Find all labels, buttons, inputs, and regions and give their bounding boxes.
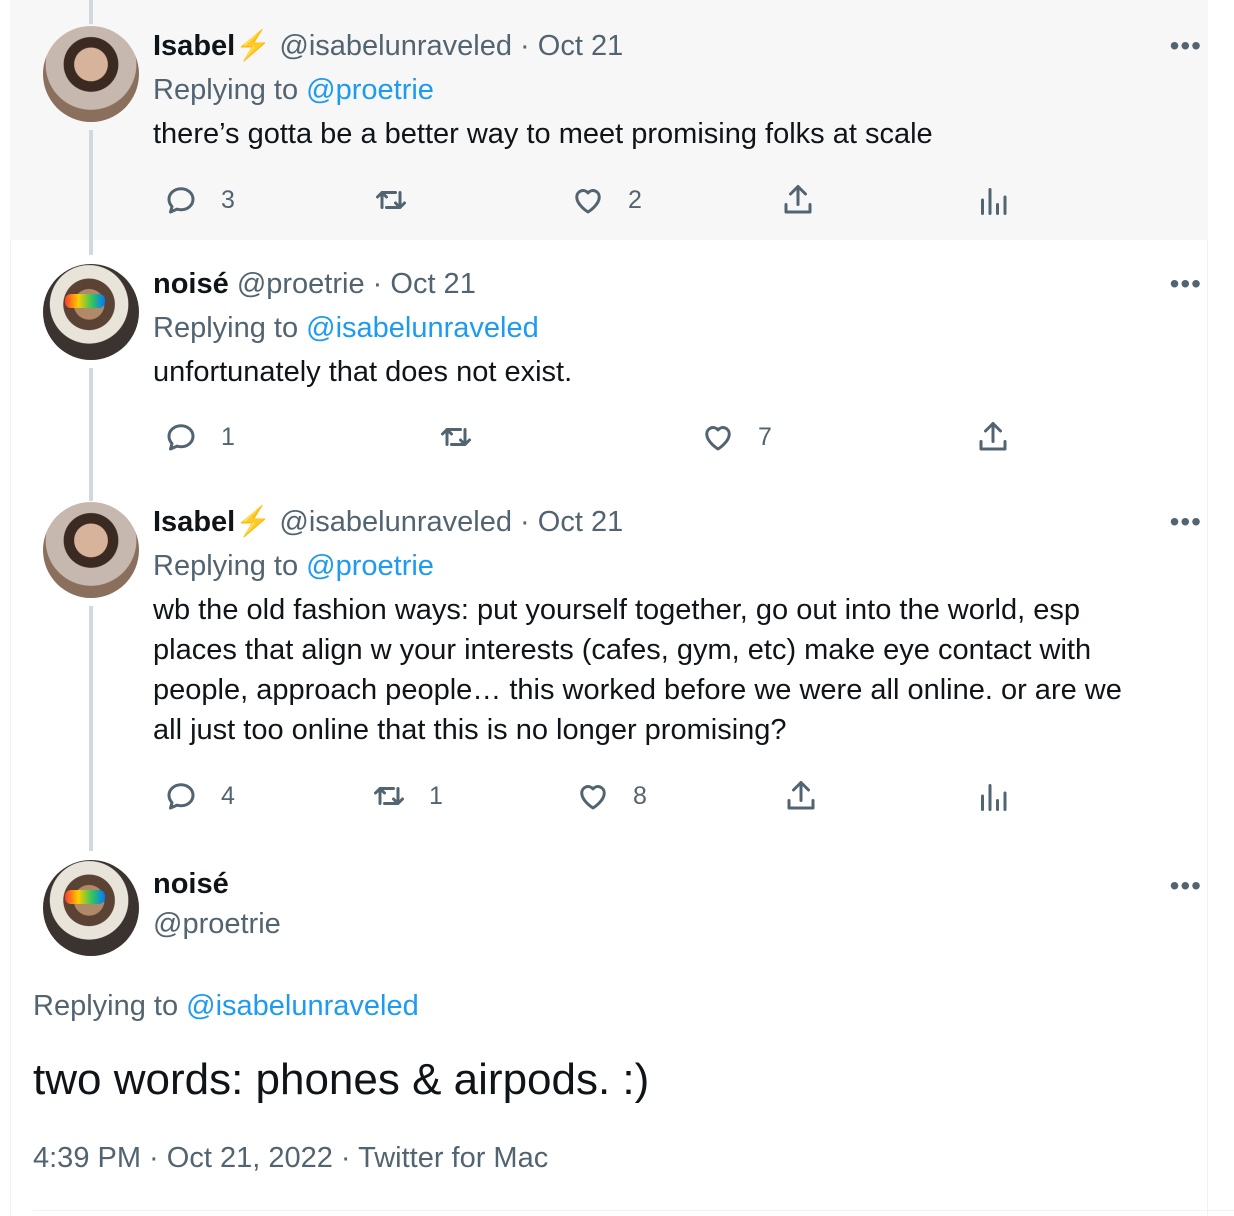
more-options-button[interactable]: ••• bbox=[1170, 268, 1202, 300]
sunglasses-icon bbox=[65, 890, 105, 904]
tweet-text-line: people, approach people… this worked bef… bbox=[153, 674, 1122, 706]
reply-icon bbox=[167, 424, 195, 451]
tweet-text: there’s gotta be a better way to meet pr… bbox=[153, 118, 933, 150]
reply-button[interactable]: 1 bbox=[163, 419, 235, 455]
analytics-icon bbox=[981, 784, 1007, 811]
replying-to-link[interactable]: @proetrie bbox=[306, 74, 434, 106]
analytics-button[interactable] bbox=[975, 778, 1011, 814]
retweet-button[interactable]: 1 bbox=[371, 778, 443, 814]
tweet-timestamp[interactable]: 4:39 PM · Oct 21, 2022 · Twitter for Mac bbox=[33, 1142, 548, 1175]
replying-to: Replying to @proetrie bbox=[153, 70, 434, 110]
reply-button[interactable]: 4 bbox=[163, 778, 235, 814]
share-icon bbox=[784, 185, 812, 214]
replying-label: Replying to bbox=[153, 312, 299, 344]
avatar-noise[interactable] bbox=[43, 860, 139, 956]
reply-button[interactable]: 3 bbox=[163, 182, 235, 218]
retweet-count: 1 bbox=[429, 781, 443, 810]
replying-label: Replying to bbox=[153, 550, 299, 582]
author-name[interactable]: noisé bbox=[153, 868, 229, 901]
tweet-text: unfortunately that does not exist. bbox=[153, 356, 573, 388]
replying-label: Replying to bbox=[33, 990, 179, 1022]
share-icon bbox=[979, 422, 1007, 451]
like-icon bbox=[580, 785, 606, 810]
tweet-text-line: all just too online that this is no long… bbox=[153, 714, 787, 746]
like-icon bbox=[575, 189, 601, 214]
sunglasses-icon bbox=[65, 294, 105, 308]
analytics-icon bbox=[981, 188, 1007, 215]
tweet-date[interactable]: Oct 21 bbox=[538, 506, 623, 538]
replying-label: Replying to bbox=[153, 74, 299, 106]
retweet-button[interactable] bbox=[373, 182, 431, 218]
tweet-3-header: Isabel⚡ @isabelunraveled · Oct 21 bbox=[153, 506, 624, 538]
retweet-icon bbox=[441, 428, 471, 446]
thread-line bbox=[89, 0, 93, 24]
thread-line bbox=[89, 130, 93, 255]
author-handle[interactable]: @isabelunraveled bbox=[279, 506, 512, 538]
tweet-1-header: Isabel⚡ @isabelunraveled · Oct 21 bbox=[153, 30, 624, 62]
author-name[interactable]: noisé bbox=[153, 268, 229, 300]
reply-count: 3 bbox=[221, 185, 235, 214]
more-options-button[interactable]: ••• bbox=[1170, 870, 1202, 902]
avatar-noise[interactable] bbox=[43, 264, 139, 360]
author-name[interactable]: Isabel bbox=[153, 30, 235, 62]
replying-to-link[interactable]: @isabelunraveled bbox=[186, 990, 419, 1022]
lightning-emoji-icon: ⚡ bbox=[235, 30, 272, 62]
tweet-date[interactable]: Oct 21 bbox=[390, 268, 475, 300]
author-handle[interactable]: @proetrie bbox=[237, 268, 365, 300]
tweet-text-line: wb the old fashion ways: put yourself to… bbox=[153, 594, 1080, 626]
reply-icon bbox=[167, 783, 195, 810]
replying-to: Replying to @isabelunraveled bbox=[153, 308, 539, 348]
like-button[interactable]: 8 bbox=[575, 778, 647, 814]
replying-to: Replying to @proetrie bbox=[153, 546, 434, 586]
reply-count: 1 bbox=[221, 422, 235, 451]
thread-line bbox=[89, 493, 93, 501]
retweet-icon bbox=[376, 191, 406, 209]
like-button[interactable]: 7 bbox=[700, 419, 772, 455]
avatar-isabel[interactable] bbox=[43, 502, 139, 598]
more-options-button[interactable]: ••• bbox=[1170, 30, 1202, 62]
analytics-button[interactable] bbox=[975, 182, 1011, 218]
tweet-text: wb the old fashion ways: put yourself to… bbox=[153, 590, 1153, 750]
reply-icon bbox=[167, 187, 195, 214]
lightning-emoji-icon: ⚡ bbox=[235, 506, 272, 538]
like-count: 8 bbox=[633, 781, 647, 810]
author-handle[interactable]: @isabelunraveled bbox=[279, 30, 512, 62]
author-handle[interactable]: @proetrie bbox=[153, 908, 281, 941]
more-options-button[interactable]: ••• bbox=[1170, 506, 1202, 538]
share-icon bbox=[787, 781, 815, 810]
tweet-date[interactable]: Oct 21 bbox=[538, 30, 623, 62]
thread-line bbox=[89, 606, 93, 851]
thread-line bbox=[89, 368, 93, 493]
like-count: 7 bbox=[758, 422, 772, 451]
replying-to-link[interactable]: @proetrie bbox=[306, 550, 434, 582]
author-name[interactable]: Isabel bbox=[153, 506, 235, 538]
avatar-isabel[interactable] bbox=[43, 26, 139, 122]
reply-count: 4 bbox=[221, 781, 235, 810]
share-button[interactable] bbox=[780, 182, 816, 218]
main-tweet-text: two words: phones & airpods. :) bbox=[33, 1055, 650, 1104]
like-button[interactable]: 2 bbox=[570, 182, 642, 218]
share-button[interactable] bbox=[975, 419, 1011, 455]
retweet-button[interactable] bbox=[438, 419, 496, 455]
retweet-icon bbox=[374, 787, 404, 805]
share-button[interactable] bbox=[783, 778, 819, 814]
tweet-text-line: places that align w your interests (cafe… bbox=[153, 634, 1092, 666]
replying-to: Replying to @isabelunraveled bbox=[33, 990, 419, 1023]
divider bbox=[33, 1210, 1234, 1211]
like-icon bbox=[705, 426, 731, 451]
like-count: 2 bbox=[628, 185, 642, 214]
tweet-2-header: noisé @proetrie · Oct 21 bbox=[153, 268, 476, 300]
replying-to-link[interactable]: @isabelunraveled bbox=[306, 312, 539, 344]
